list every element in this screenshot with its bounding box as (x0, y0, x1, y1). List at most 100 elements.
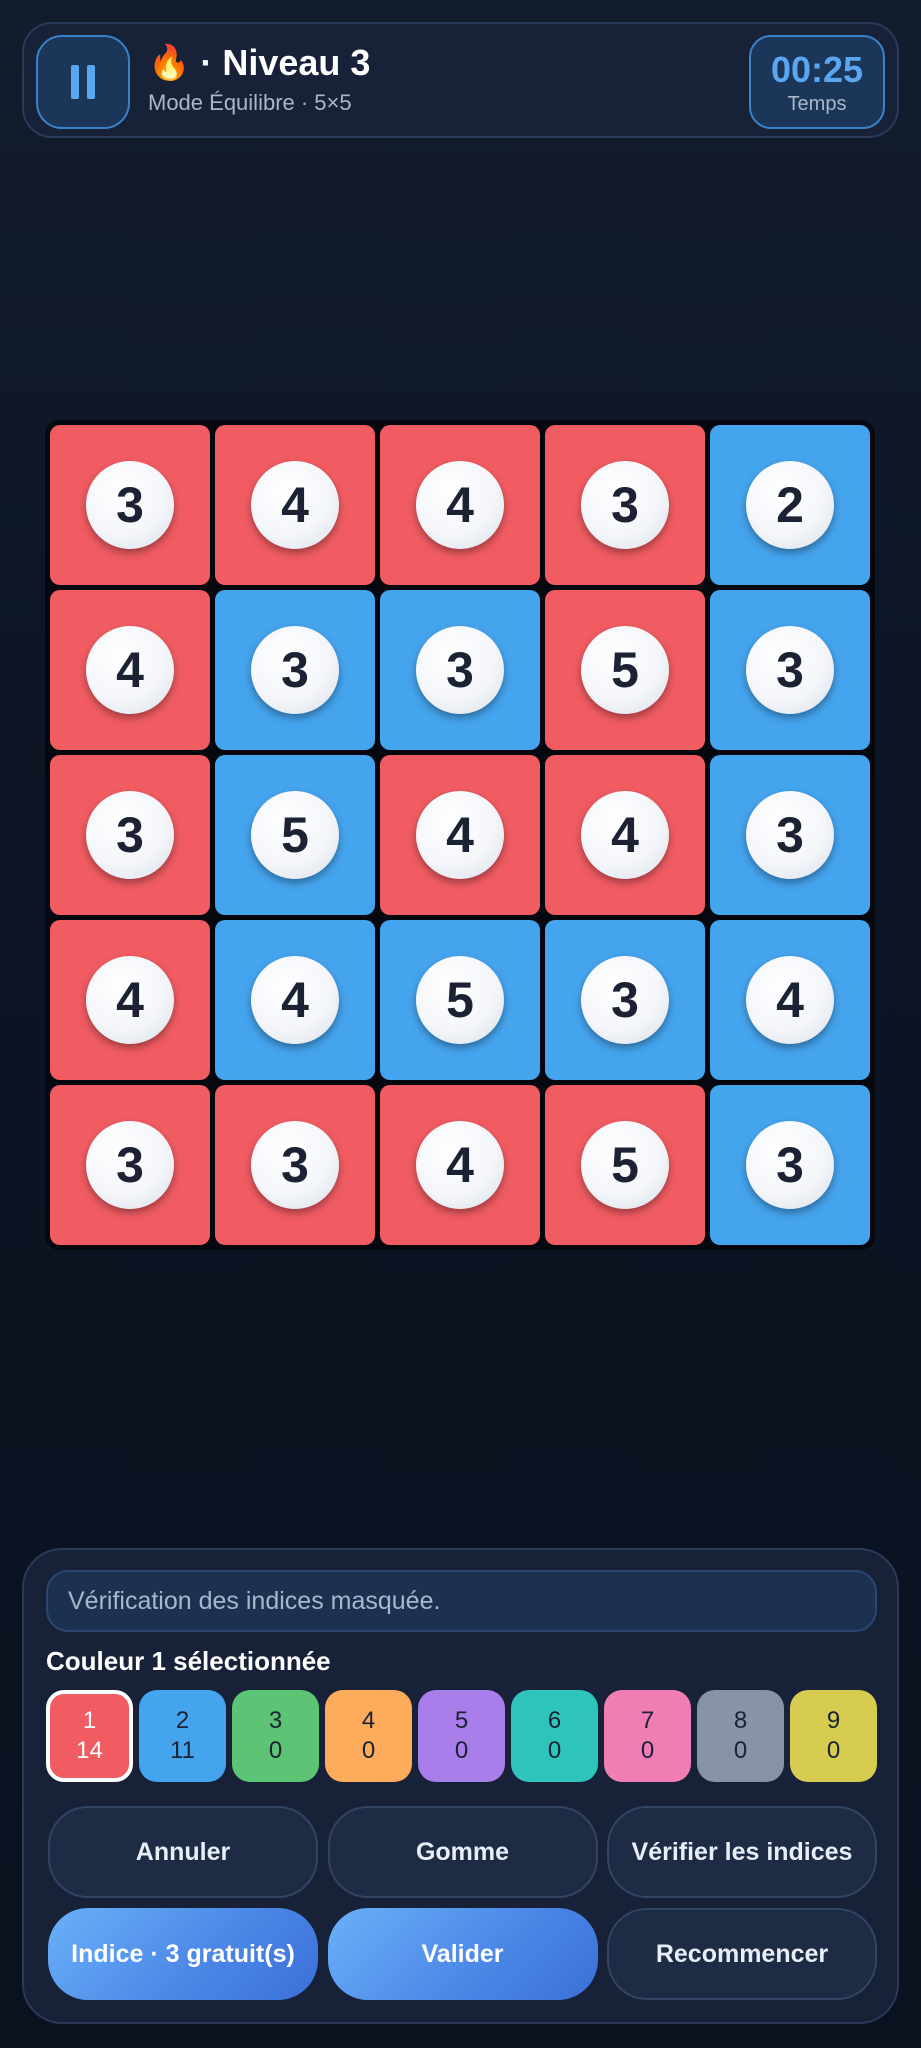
grid-cell[interactable]: 4 (710, 920, 870, 1080)
undo-button[interactable]: Annuler (48, 1806, 318, 1898)
cell-clue: 3 (416, 626, 504, 714)
swatch-count: 0 (826, 1737, 841, 1764)
pause-button[interactable] (36, 35, 130, 129)
swatch-count: 0 (640, 1737, 655, 1764)
swatch-number: 3 (268, 1707, 283, 1734)
level-title-block: 🔥 · Niveau 3 Mode Équilibre · 5×5 (148, 42, 370, 116)
swatch-number: 8 (733, 1707, 748, 1734)
cell-clue: 3 (251, 626, 339, 714)
grid-cell[interactable]: 5 (380, 920, 540, 1080)
flame-icon: 🔥 (148, 44, 191, 82)
cell-clue: 4 (416, 461, 504, 549)
grid-cell[interactable]: 5 (215, 755, 375, 915)
grid-cell[interactable]: 4 (380, 755, 540, 915)
color-swatch-3[interactable]: 30 (232, 1690, 319, 1782)
swatch-count: 0 (454, 1737, 469, 1764)
page-title: 🔥 · Niveau 3 (148, 42, 370, 84)
grid-cell[interactable]: 4 (380, 1085, 540, 1245)
grid-cell[interactable]: 5 (545, 590, 705, 750)
color-swatch-1[interactable]: 1 14 (46, 1690, 133, 1782)
color-swatch-2[interactable]: 2 11 (139, 1690, 226, 1782)
swatch-count: 0 (733, 1737, 748, 1764)
swatch-count: 0 (268, 1737, 283, 1764)
grid-cell[interactable]: 3 (50, 755, 210, 915)
action-row-1: Annuler Gomme Vérifier les indices (48, 1806, 877, 1898)
game-board: 3443243353354434453433453 (45, 420, 875, 1250)
cell-clue: 3 (86, 791, 174, 879)
grid-cell[interactable]: 4 (215, 425, 375, 585)
swatch-number: 9 (826, 1707, 841, 1734)
cell-clue: 4 (746, 956, 834, 1044)
cell-clue: 3 (746, 626, 834, 714)
swatch-number: 6 (547, 1707, 562, 1734)
grid-cell[interactable]: 3 (215, 590, 375, 750)
swatch-number: 7 (640, 1707, 655, 1734)
grid-cell[interactable]: 5 (545, 1085, 705, 1245)
grid-cell[interactable]: 3 (545, 425, 705, 585)
swatch-count: 0 (361, 1737, 376, 1764)
validate-button[interactable]: Valider (327, 1908, 598, 2000)
grid-cell[interactable]: 2 (710, 425, 870, 585)
grid-cell[interactable]: 3 (215, 1085, 375, 1245)
cell-clue: 4 (251, 956, 339, 1044)
swatch-count: 14 (76, 1737, 103, 1764)
cell-clue: 3 (251, 1121, 339, 1209)
color-swatch-8[interactable]: 80 (697, 1690, 784, 1782)
restart-button[interactable]: Recommencer (607, 1908, 877, 2000)
cell-clue: 5 (581, 1121, 669, 1209)
cell-clue: 4 (86, 956, 174, 1044)
grid-cell[interactable]: 4 (50, 590, 210, 750)
cell-clue: 3 (581, 461, 669, 549)
swatch-number: 1 (82, 1707, 97, 1734)
timer-value: 00:25 (770, 48, 864, 90)
grid-cell[interactable]: 3 (380, 590, 540, 750)
grid-cell[interactable]: 4 (380, 425, 540, 585)
grid-cell[interactable]: 3 (710, 755, 870, 915)
color-swatch-4[interactable]: 40 (325, 1690, 412, 1782)
cell-clue: 4 (416, 1121, 504, 1209)
hint-button[interactable]: Indice · 3 gratuit(s) (48, 1908, 318, 2000)
eraser-button[interactable]: Gomme (327, 1806, 598, 1898)
swatch-count: 11 (170, 1737, 195, 1764)
check-clues-button[interactable]: Vérifier les indices (607, 1806, 877, 1898)
grid-cell[interactable]: 3 (710, 1085, 870, 1245)
cell-clue: 3 (86, 1121, 174, 1209)
title-prefix: · (200, 42, 223, 83)
cell-clue: 5 (251, 791, 339, 879)
header-bar: 🔥 · Niveau 3 Mode Équilibre · 5×5 00:25 … (22, 22, 899, 138)
cell-clue: 5 (581, 626, 669, 714)
level-subtitle: Mode Équilibre · 5×5 (148, 90, 352, 115)
swatch-count: 0 (547, 1737, 562, 1764)
swatch-number: 5 (454, 1707, 469, 1734)
cell-clue: 5 (416, 956, 504, 1044)
grid-cell[interactable]: 3 (50, 425, 210, 585)
timer-label: Temps (787, 92, 847, 115)
color-palette: 1 14 2 11 3 0 4 0 5 0 6 0 7 0 8 0 9 0 (46, 1690, 877, 1782)
grid-cell[interactable]: 4 (215, 920, 375, 1080)
level-title: Niveau 3 (222, 42, 371, 83)
grid-cell[interactable]: 3 (545, 920, 705, 1080)
swatch-number: 2 (175, 1707, 190, 1734)
cell-clue: 4 (581, 791, 669, 879)
game-screen: 🔥 · Niveau 3 Mode Équilibre · 5×5 00:25 … (0, 0, 921, 2048)
grid-cell[interactable]: 3 (50, 1085, 210, 1245)
color-swatch-7[interactable]: 70 (604, 1690, 691, 1782)
cell-clue: 3 (746, 1121, 834, 1209)
cell-clue: 4 (416, 791, 504, 879)
grid-cell[interactable]: 3 (710, 590, 870, 750)
timer-display: 00:25 Temps (749, 35, 885, 129)
cell-clue: 3 (86, 461, 174, 549)
action-row-2: Indice · 3 gratuit(s) Valider Recommence… (48, 1908, 877, 2000)
cell-clue: 4 (86, 626, 174, 714)
cell-clue: 2 (746, 461, 834, 549)
grid-cell[interactable]: 4 (545, 755, 705, 915)
swatch-number: 4 (361, 1707, 376, 1734)
hint-status-notice: Vérification des indices masquée. (46, 1570, 877, 1632)
grid-cell[interactable]: 4 (50, 920, 210, 1080)
color-swatch-6[interactable]: 60 (511, 1690, 598, 1782)
cell-clue: 3 (581, 956, 669, 1044)
color-swatch-9[interactable]: 90 (790, 1690, 877, 1782)
selected-color-label: Couleur 1 sélectionnée (46, 1646, 331, 1676)
color-swatch-5[interactable]: 50 (418, 1690, 505, 1782)
cell-clue: 4 (251, 461, 339, 549)
